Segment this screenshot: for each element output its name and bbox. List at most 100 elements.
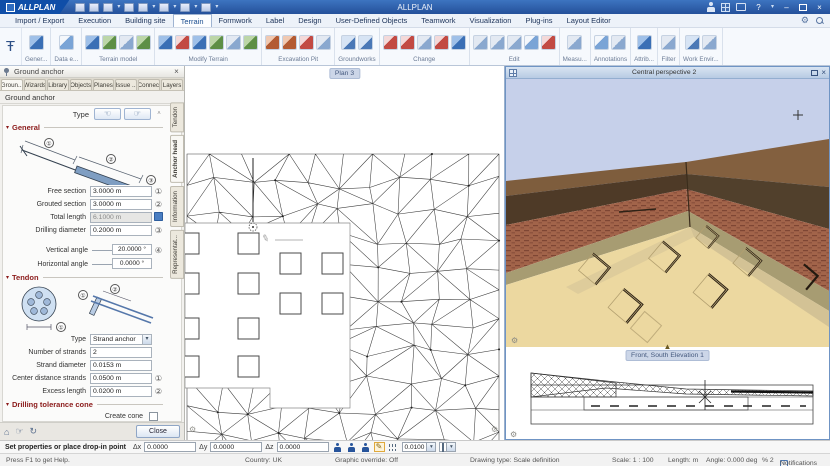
filter-funnel-icon[interactable] [661,35,676,50]
modify-offset-icon[interactable] [400,35,415,50]
viewport-options-gear-icon[interactable]: ⚙ [189,426,196,434]
section-drilling-tolerance-cone[interactable]: ▾ Drilling tolerance cone [3,398,166,410]
section-tendon[interactable]: ▾ Tendon [3,271,166,283]
palette-tab-planes[interactable]: Planes [93,79,115,90]
help-button[interactable]: ? [752,3,765,12]
measure-icon[interactable] [567,35,582,50]
horizontal-angle-slider[interactable]: 0.0000 ° [92,264,150,265]
move-icon[interactable] [473,35,488,50]
drilling-diameter-input[interactable]: 0.2000 m [90,225,152,236]
elevation-title[interactable]: Front, South Elevation 1 [625,350,710,361]
data-exchange-icon[interactable] [59,35,74,50]
free-section-input[interactable]: 3.0000 m [90,186,152,197]
excavation-pit-icon[interactable] [265,35,280,50]
allplan-connect-icon[interactable] [721,3,730,12]
attributes-icon[interactable] [637,35,652,50]
dx-input[interactable]: 0.0000 [144,442,196,452]
maximize-viewport-icon[interactable] [811,70,818,76]
tab-user-defined-objects[interactable]: User-Defined Objects [329,14,415,27]
view-settings-icon[interactable] [702,35,717,50]
copy-icon[interactable] [180,3,190,12]
rotate-icon[interactable] [490,35,505,50]
tab-design[interactable]: Design [291,14,328,27]
side-tab-information[interactable]: Information [170,186,184,227]
palette-tab-wizards[interactable]: Wizards [24,79,46,90]
palette-tab-library[interactable]: Library [47,79,69,90]
terrain-info-icon[interactable] [119,35,134,50]
mirror-icon[interactable] [507,35,522,50]
vertical-angle-slider[interactable]: 20.0000 ° [92,250,150,251]
center-distance-strands-input[interactable]: 0.0500 m [90,373,152,384]
snap-spacing-icon[interactable] [388,442,399,452]
caret-icon[interactable]: ▾ [771,4,774,10]
viewport-menu-icon[interactable] [509,69,517,77]
status-angle[interactable]: Angle: 0.000 deg [706,457,757,464]
tab-formwork[interactable]: Formwork [212,14,259,27]
modify-points-icon[interactable] [158,35,173,50]
palette-tab-objects[interactable]: Objects [70,79,92,90]
vertical-angle-value[interactable]: 20.0000 ° [112,244,152,255]
palette-tab-issue[interactable]: Issue ... [115,79,137,90]
tendon-type-dropdown[interactable]: Strand anchor▾ [90,334,152,345]
plan-viewport[interactable]: Plan 3 ✎ [185,66,505,440]
create-cone-checkbox[interactable] [149,412,158,421]
print-icon[interactable] [124,3,134,12]
tab-plug-ins[interactable]: Plug-ins [518,14,559,27]
user-account-icon[interactable] [706,2,715,12]
tab-teamwork[interactable]: Teamwork [414,14,462,27]
tab-label[interactable]: Label [259,14,291,27]
ground-anchor-icon[interactable] [341,35,356,50]
chevron-down-icon[interactable]: ▾ [142,335,151,344]
viewport-options-gear-icon[interactable]: ⚙ [510,430,517,439]
number-of-strands-input[interactable]: 2 [90,347,152,358]
excess-length-input[interactable]: 0.0200 m [90,386,152,397]
horizontal-angle-value[interactable]: 0.0000 ° [112,258,152,269]
match-icon[interactable] [451,35,466,50]
soil-nail-icon[interactable] [358,35,373,50]
grouted-section-input[interactable]: 3.0000 m [90,199,152,210]
caret-icon[interactable]: ▾ [173,4,176,10]
abc-text-icon[interactable] [594,35,609,50]
viewport-options-gear-icon[interactable]: ⚙ [491,426,498,434]
grid-snap-dropdown[interactable]: ▾ [439,442,456,452]
modify-boundary-icon[interactable] [209,35,224,50]
redo-icon[interactable] [159,3,169,12]
snap-distance-dropdown[interactable]: 0.0100 ▾ [402,442,437,452]
caret-icon[interactable]: ▾ [152,4,155,10]
elevation-panel[interactable]: ▲ Front, South Elevation 1 [506,347,829,439]
caret-icon[interactable]: ▾ [117,4,120,10]
shop-icon[interactable] [736,3,746,11]
dz-input[interactable]: 0.0000 [277,442,329,452]
cursor-snap-icon[interactable] [360,442,371,452]
new-document-icon[interactable] [75,3,85,12]
tools-icon[interactable] [201,3,211,12]
pit-outline-icon[interactable] [299,35,314,50]
status-length-unit[interactable]: Length: m [668,457,698,464]
terrain-points-icon[interactable] [102,35,117,50]
smooth-terrain-icon[interactable] [243,35,258,50]
search-icon[interactable] [816,17,824,25]
work-environment-icon[interactable] [685,35,700,50]
undo-icon[interactable] [138,3,148,12]
plan-viewport-title[interactable]: Plan 3 [329,68,360,79]
status-drawing-type[interactable]: Drawing type: Scale definition [470,457,560,464]
home-icon[interactable]: ⌂ [4,427,9,437]
close-button[interactable]: × [813,3,826,12]
chevron-down-icon[interactable]: ▾ [446,443,455,451]
track-tracing-icon[interactable]: ✎ [374,442,385,452]
tab-execution[interactable]: Execution [71,14,118,27]
strand-diameter-input[interactable]: 0.0153 m [90,360,152,371]
close-button[interactable]: Close [136,425,180,438]
minimize-button[interactable]: – [780,3,793,12]
viewport-options-gear-icon[interactable]: ⚙ [511,336,518,345]
apply-hand-icon[interactable]: ☞ [15,426,23,437]
caret-icon[interactable]: ▾ [215,4,218,10]
general-settings-icon[interactable] [29,35,44,50]
tab-terrain[interactable]: Terrain [173,14,212,27]
tab-layout-editor[interactable]: Layout Editor [560,14,618,27]
stretch-icon[interactable] [434,35,449,50]
edit-pencil-icon[interactable] [383,35,398,50]
side-tab-representation[interactable]: Representat... [170,230,184,279]
scroll-up-icon[interactable]: ˄ [154,111,164,117]
point-snap-icon[interactable] [332,442,343,452]
